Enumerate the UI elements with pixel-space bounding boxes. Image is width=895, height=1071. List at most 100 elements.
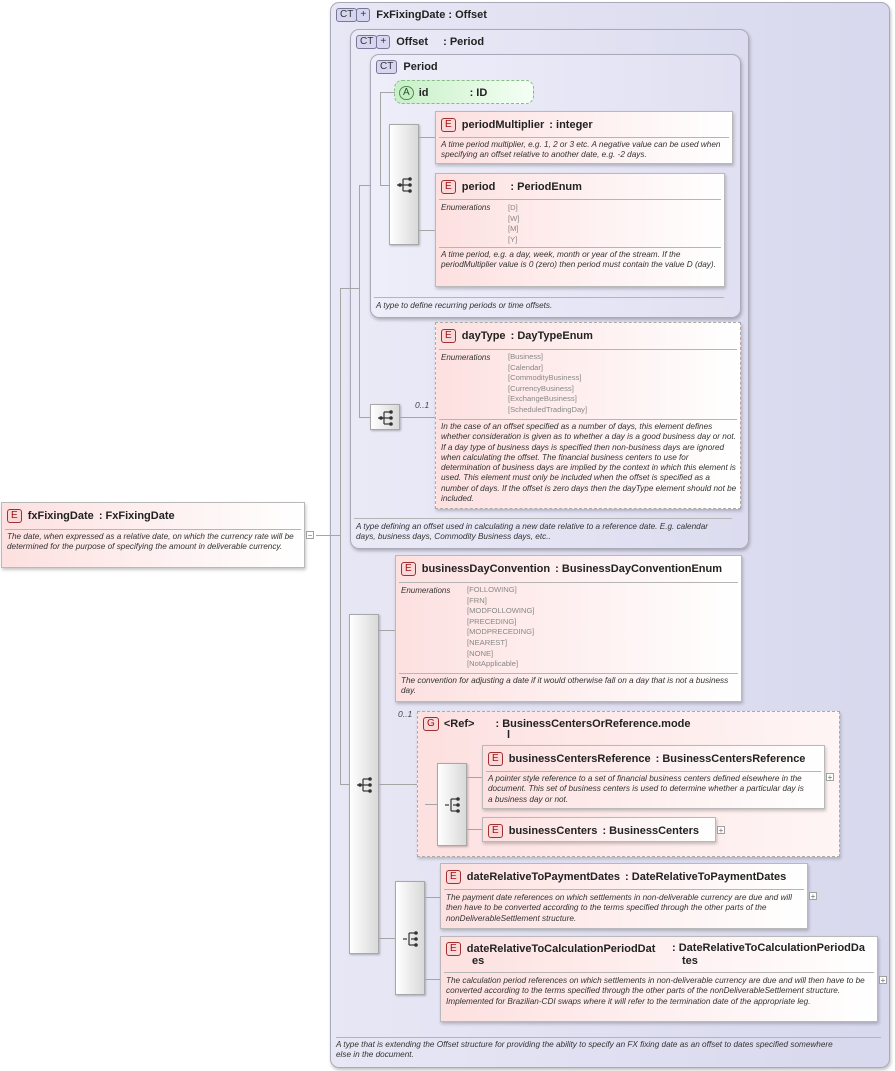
enumerations-label: Enumerations xyxy=(401,586,451,595)
element-badge: E xyxy=(401,562,416,576)
element-badge: E xyxy=(446,942,461,956)
enum-value: [M] xyxy=(508,224,519,234)
element-type: : BusinessCenters xyxy=(602,824,700,837)
enum-value: [NONE] xyxy=(467,648,494,658)
element-documentation: The convention for adjusting a date if i… xyxy=(401,676,729,696)
group-ref: <Ref> xyxy=(443,717,475,730)
element-period[interactable]: E period : PeriodEnum Enumerations [D] [… xyxy=(435,173,725,287)
enumeration-values: [D] [W] [M] [Y] xyxy=(508,203,519,245)
enumeration-values: [FOLLOWING] [FRN] [MODFOLLOWING] [PRECED… xyxy=(467,585,535,670)
element-type: : FxFixingDate xyxy=(98,509,175,522)
enum-value: [CommodityBusiness] xyxy=(508,373,582,383)
expand-icon[interactable]: + xyxy=(809,892,817,901)
enumeration-values: [Business] [Calendar] [CommodityBusiness… xyxy=(508,352,587,416)
type-name: Period xyxy=(403,60,438,73)
enum-value: [ExchangeBusiness] xyxy=(508,394,577,404)
attribute-type: : ID xyxy=(469,86,488,99)
type-documentation: A type to define recurring periods or ti… xyxy=(376,301,553,310)
type-documentation: A type that is extending the Offset stru… xyxy=(336,1040,833,1060)
expand-icon[interactable]: + xyxy=(717,826,725,835)
expand-icon[interactable]: + xyxy=(879,976,887,985)
sequence-compositor[interactable] xyxy=(389,124,419,245)
element-badge: E xyxy=(441,118,456,132)
extension-icon: + xyxy=(376,35,391,49)
element-name: businessCenters xyxy=(508,824,598,837)
enum-value: [NotApplicable] xyxy=(467,659,519,669)
extension-icon: + xyxy=(356,8,371,22)
choice-icon xyxy=(403,931,418,947)
collapse-icon[interactable]: − xyxy=(306,531,314,540)
choice-icon xyxy=(445,797,460,813)
sequence-compositor[interactable] xyxy=(349,614,379,954)
enum-value: [MODFOLLOWING] xyxy=(467,606,535,616)
element-name: dateRelativeToPaymentDates xyxy=(466,870,620,883)
element-type: : DateRelativeToPaymentDates xyxy=(625,870,787,883)
enum-value: [FRN] xyxy=(467,595,487,605)
element-documentation: The calculation period references on whi… xyxy=(446,976,865,1006)
element-documentation: A time period multiplier, e.g. 1, 2 or 3… xyxy=(441,140,721,160)
element-documentation: The payment date references on which set… xyxy=(446,893,792,923)
element-type: : PeriodEnum xyxy=(510,180,582,193)
enum-value: [Business] xyxy=(508,352,544,361)
occurrence-label: 0..1 xyxy=(398,709,413,719)
enum-value: [D] xyxy=(508,203,518,212)
element-businessdayconvention[interactable]: E businessDayConvention : BusinessDayCon… xyxy=(395,555,742,702)
element-name: dayType xyxy=(461,329,506,342)
enum-value: [PRECEDING] xyxy=(467,616,517,626)
element-badge: E xyxy=(488,752,503,766)
attribute-id[interactable]: A id : ID xyxy=(394,80,534,104)
enum-value: [ScheduledTradingDay] xyxy=(508,404,588,414)
element-daytype[interactable]: E dayType : DayTypeEnum Enumerations [Bu… xyxy=(435,322,741,509)
type-base: : Offset xyxy=(448,8,487,21)
enum-value: [NEAREST] xyxy=(467,637,508,647)
enum-value: [MODPRECEDING] xyxy=(467,627,535,637)
element-name: periodMultiplier xyxy=(461,118,545,131)
enum-value: [Calendar] xyxy=(508,362,544,372)
complex-type-badge: CT xyxy=(376,60,398,74)
expand-icon[interactable]: + xyxy=(826,773,834,782)
element-type: : DayTypeEnum xyxy=(510,329,593,342)
occurrence-label: 0..1 xyxy=(415,400,430,410)
element-name: period xyxy=(461,180,496,193)
choice-compositor[interactable] xyxy=(395,881,425,995)
sequence-icon xyxy=(357,777,372,793)
complex-type-badge: CT xyxy=(336,8,358,22)
sequence-icon xyxy=(397,177,412,193)
element-type: : DateRelativeToCalculationPeriodDa xyxy=(672,942,865,954)
choice-compositor[interactable] xyxy=(437,763,467,846)
element-badge: E xyxy=(441,180,456,194)
type-name: FxFixingDate xyxy=(376,8,446,21)
enum-value: [CurrencyBusiness] xyxy=(508,383,574,393)
attribute-badge: A xyxy=(399,86,414,100)
element-fxfixingdate[interactable]: E fxFixingDate : FxFixingDate The date, … xyxy=(1,502,305,568)
element-name: businessCentersReference xyxy=(508,752,651,765)
element-documentation: In the case of an offset specified as a … xyxy=(441,422,737,504)
sequence-icon xyxy=(378,410,393,426)
element-daterelativetopaymentdates[interactable]: E dateRelativeToPaymentDates : DateRelat… xyxy=(440,863,808,929)
element-documentation: A time period, e.g. a day, week, month o… xyxy=(441,250,716,270)
type-base: : Period xyxy=(443,35,485,48)
element-businesscentersreference[interactable]: E businessCentersReference : BusinessCen… xyxy=(482,745,825,809)
enum-value: [W] xyxy=(508,213,520,223)
element-badge: E xyxy=(446,870,461,884)
element-type: : BusinessDayConventionEnum xyxy=(555,562,723,575)
element-badge: E xyxy=(441,329,456,343)
type-documentation: A type defining an offset used in calcul… xyxy=(356,522,708,542)
element-documentation: The date, when expressed as a relative d… xyxy=(7,532,294,552)
type-name: Offset xyxy=(396,35,429,48)
element-type: : BusinessCentersReference xyxy=(655,752,806,765)
element-badge: E xyxy=(7,509,22,523)
element-name-wrap: es xyxy=(472,955,485,967)
enum-value: [Y] xyxy=(508,234,518,244)
element-documentation: A pointer style reference to a set of fi… xyxy=(488,774,804,804)
element-daterelativetocalculationperioddates[interactable]: E dateRelativeToCalculationPeriodDat es … xyxy=(440,936,878,1022)
element-periodmultiplier[interactable]: E periodMultiplier : integer A time peri… xyxy=(435,111,733,164)
element-name: dateRelativeToCalculationPeriodDat xyxy=(466,942,656,955)
sequence-compositor[interactable] xyxy=(370,404,400,430)
group-type-wrap: l xyxy=(507,729,511,741)
attribute-name: id xyxy=(418,86,429,99)
element-businesscenters[interactable]: E businessCenters : BusinessCenters xyxy=(482,817,716,842)
element-name: businessDayConvention xyxy=(421,562,551,575)
element-name: fxFixingDate xyxy=(27,509,94,522)
group-badge: G xyxy=(423,717,439,731)
